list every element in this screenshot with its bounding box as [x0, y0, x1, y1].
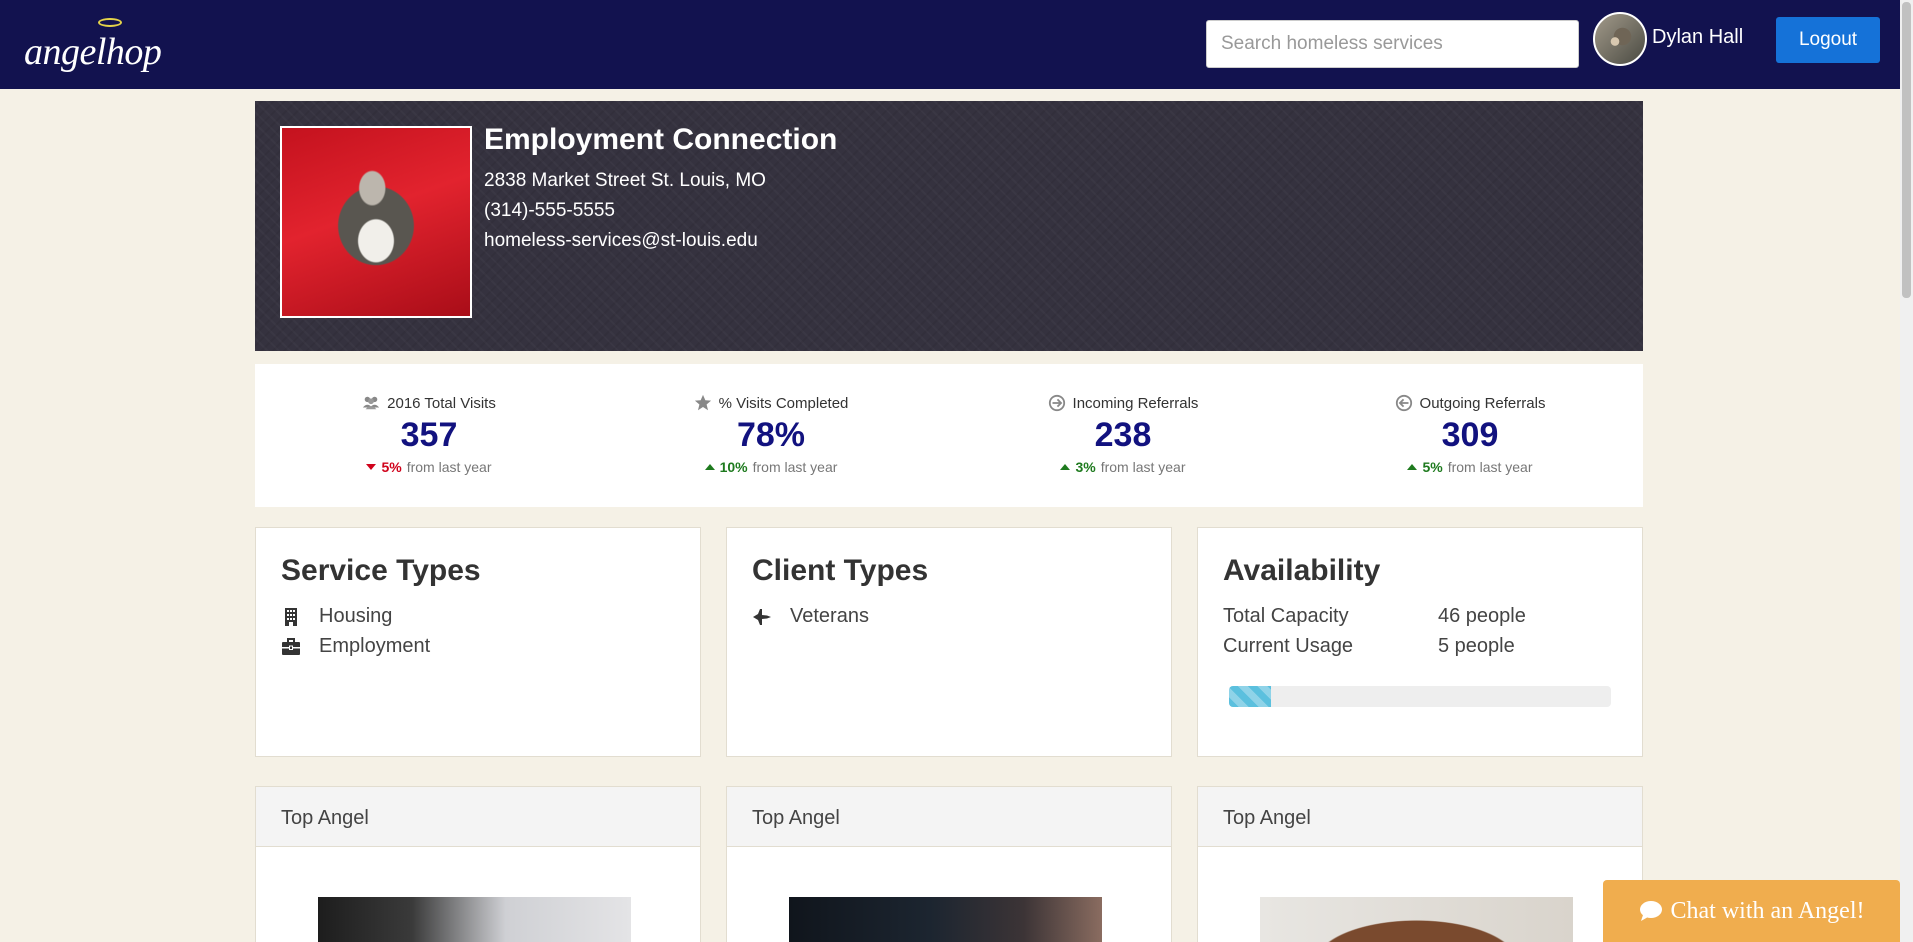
- profile-address: 2838 Market Street St. Louis, MO: [484, 170, 766, 191]
- angel-photo: [318, 897, 631, 942]
- halo-icon: [98, 18, 122, 27]
- stat-value: 78%: [736, 416, 806, 454]
- stat-change-suffix: from last year: [1100, 459, 1186, 475]
- stat-visits-completed: % Visits Completed 78% 10% from last yea…: [641, 394, 901, 475]
- list-item-label: Housing: [319, 605, 393, 627]
- fighter-jet-icon: [753, 608, 771, 625]
- profile-email: homeless-services@st-louis.edu: [484, 230, 758, 251]
- list-item-label: Employment: [319, 635, 431, 657]
- card-header: Top Angel: [1198, 787, 1642, 847]
- stat-change-percent: 5%: [381, 459, 402, 475]
- stat-change-percent: 5%: [1422, 459, 1443, 475]
- card-title: Service Types: [281, 554, 481, 587]
- arrow-circle-left-icon: [1395, 394, 1412, 412]
- chat-button-label: Chat with an Angel!: [1670, 897, 1865, 924]
- scrollbar-thumb[interactable]: [1902, 2, 1911, 298]
- angel-photo: [1260, 897, 1573, 942]
- stat-label: 2016 Total Visits: [387, 394, 496, 412]
- stat-outgoing-referrals: Outgoing Referrals 309 5% from last year: [1340, 394, 1600, 475]
- top-navbar: angelhop Dylan Hall Logout: [0, 0, 1900, 89]
- logout-button[interactable]: Logout: [1776, 17, 1880, 63]
- list-item: Housing: [281, 605, 392, 628]
- card-title: Availability: [1223, 554, 1381, 587]
- total-capacity-label: Total Capacity: [1223, 605, 1349, 627]
- card-title: Top Angel: [1223, 807, 1311, 829]
- stat-change-suffix: from last year: [752, 459, 838, 475]
- card-header: Top Angel: [256, 787, 700, 847]
- list-item: Veterans: [752, 605, 869, 628]
- stat-label: % Visits Completed: [718, 394, 849, 412]
- list-item: Employment: [281, 635, 430, 658]
- profile-photo: [280, 126, 472, 318]
- stat-incoming-referrals: Incoming Referrals 238 3% from last year: [993, 394, 1253, 475]
- caret-down-icon: [366, 464, 377, 470]
- current-usage-value: 5 people: [1438, 635, 1515, 657]
- card-title: Top Angel: [752, 807, 840, 829]
- search-input[interactable]: [1206, 20, 1579, 68]
- caret-up-icon: [1060, 464, 1071, 470]
- service-types-card: Service Types Housing Employment: [255, 527, 701, 757]
- stat-change-percent: 10%: [719, 459, 748, 475]
- total-capacity-value: 46 people: [1438, 605, 1526, 627]
- stat-change-suffix: from last year: [406, 459, 492, 475]
- stat-change-suffix: from last year: [1447, 459, 1533, 475]
- caret-up-icon: [1407, 464, 1418, 470]
- stat-value: 309: [1441, 416, 1499, 454]
- top-angel-card[interactable]: Top Angel: [1197, 786, 1643, 942]
- stats-panel: 2016 Total Visits 357 5% from last year …: [255, 364, 1643, 507]
- stat-change-percent: 3%: [1075, 459, 1096, 475]
- stat-label: Outgoing Referrals: [1419, 394, 1546, 412]
- users-icon: [363, 396, 380, 410]
- stat-total-visits: 2016 Total Visits 357 5% from last year: [299, 394, 559, 475]
- usage-progress-bar: [1229, 686, 1611, 707]
- card-title: Client Types: [752, 554, 929, 587]
- comment-icon: [1639, 901, 1662, 921]
- user-name[interactable]: Dylan Hall: [1652, 26, 1743, 49]
- list-item-label: Veterans: [790, 605, 869, 627]
- card-title: Top Angel: [281, 807, 369, 829]
- stat-label: Incoming Referrals: [1072, 394, 1199, 412]
- chat-button[interactable]: Chat with an Angel!: [1603, 880, 1900, 942]
- current-usage-label: Current Usage: [1223, 635, 1354, 657]
- top-angel-card[interactable]: Top Angel: [726, 786, 1172, 942]
- building-icon: [285, 607, 297, 626]
- profile-phone: (314)-555-5555: [484, 200, 615, 221]
- availability-card: Availability Total Capacity 46 people Cu…: [1197, 527, 1643, 757]
- stat-value: 357: [400, 416, 458, 454]
- brand-logo[interactable]: angelhop: [24, 12, 174, 76]
- service-profile-header: Employment Connection 2838 Market Street…: [255, 101, 1643, 351]
- page-title: Employment Connection: [484, 123, 838, 156]
- top-angel-card[interactable]: Top Angel: [255, 786, 701, 942]
- usage-progress-fill: [1229, 686, 1272, 707]
- briefcase-icon: [282, 637, 300, 655]
- page-scrollbar[interactable]: [1900, 0, 1913, 942]
- angel-photo: [789, 897, 1102, 942]
- card-header: Top Angel: [727, 787, 1171, 847]
- stat-value: 238: [1094, 416, 1152, 454]
- caret-up-icon: [704, 464, 715, 470]
- arrow-circle-right-icon: [1048, 394, 1065, 412]
- avatar[interactable]: [1593, 12, 1647, 66]
- brand-text: angelhop: [24, 31, 162, 73]
- star-icon: [694, 394, 711, 411]
- client-types-card: Client Types Veterans: [726, 527, 1172, 757]
